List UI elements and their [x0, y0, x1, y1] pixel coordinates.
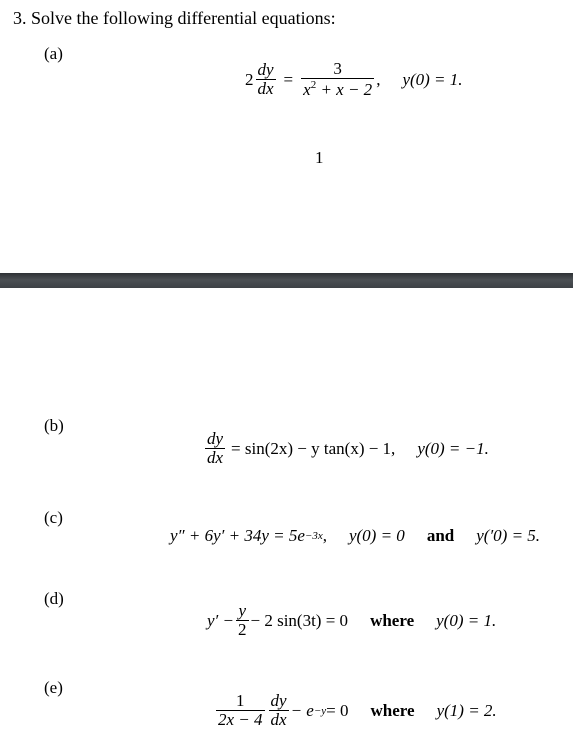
page-number: 1	[315, 148, 324, 167]
initial-condition: y(1) = 2.	[436, 700, 497, 720]
equals-sign: =	[283, 69, 294, 89]
denominator: x2 + x − 2	[301, 77, 375, 100]
equation-rest: − 2 sin(3t) = 0	[250, 610, 349, 630]
equals-zero: = 0	[326, 700, 349, 720]
initial-condition: y(0) = 1.	[436, 610, 497, 630]
part-e-label: (e)	[44, 678, 63, 697]
coefficient: 2	[245, 69, 254, 89]
part-a-equation: 2 dy dx = 3 x2 + x − 2 , y(0) = 1.	[245, 60, 463, 100]
and-connector: and	[426, 526, 455, 545]
x-variable: x	[303, 79, 311, 99]
part-b-equation: dy dx = sin(2x) − y tan(x) − 1, y(0) = −…	[203, 430, 489, 468]
numerator: 1	[236, 691, 245, 710]
exponent: −3x	[304, 530, 323, 542]
numerator: dy	[257, 60, 274, 79]
exponent: −y	[313, 704, 327, 717]
derivative-fraction: dy dx	[268, 691, 289, 730]
initial-condition: y(0) = 1.	[402, 69, 463, 89]
problem-heading: 3. Solve the following differential equa…	[13, 8, 336, 28]
equation-rhs: = sin(2x) − y tan(x) − 1,	[231, 438, 396, 458]
equation-lhs: y′ −	[207, 610, 234, 630]
denominator: 2	[236, 619, 249, 639]
denominator: dx	[255, 78, 276, 98]
part-d-equation: y′ − y 2 − 2 sin(3t) = 0 where y(0) = 1.	[207, 602, 496, 640]
reciprocal-fraction: 1 2x − 4	[216, 692, 265, 730]
part-c-equation: y″ + 6y′ + 34y = 5e −3x , y(0) = 0 and y(…	[170, 526, 540, 546]
comma: ,	[322, 526, 327, 545]
denominator: dx	[268, 709, 289, 729]
part-b-label: (b)	[44, 416, 64, 435]
comma: ,	[376, 69, 381, 89]
derivative-fraction: dy dx	[255, 60, 276, 99]
numerator: 3	[333, 59, 342, 78]
part-a-label: (a)	[44, 44, 63, 63]
initial-condition-1: y(0) = 0	[348, 526, 405, 545]
initial-condition: y(0) = −1.	[417, 438, 489, 458]
denominator: dx	[205, 447, 226, 467]
where-connector: where	[370, 610, 415, 630]
denominator: 2x − 4	[216, 709, 265, 729]
part-e-equation: 1 2x − 4 dy dx − e −y = 0 where y(1) = 2.	[214, 692, 497, 730]
y-over-2-fraction: y 2	[236, 602, 249, 640]
rhs-fraction: 3 x2 + x − 2	[301, 59, 375, 100]
exp-term: − e	[290, 700, 314, 720]
equation-lhs: y″ + 6y′ + 34y = 5e	[170, 526, 305, 545]
numerator: dy	[207, 429, 224, 448]
numerator: y	[238, 601, 247, 620]
page-separator	[0, 273, 573, 288]
denominator-rest: + x − 2	[316, 79, 373, 99]
numerator: dy	[270, 691, 287, 710]
part-d-label: (d)	[44, 589, 64, 608]
initial-condition-2: y(′0) = 5.	[476, 526, 541, 545]
where-connector: where	[370, 700, 415, 720]
derivative-fraction: dy dx	[205, 429, 226, 468]
part-c-label: (c)	[44, 508, 63, 527]
